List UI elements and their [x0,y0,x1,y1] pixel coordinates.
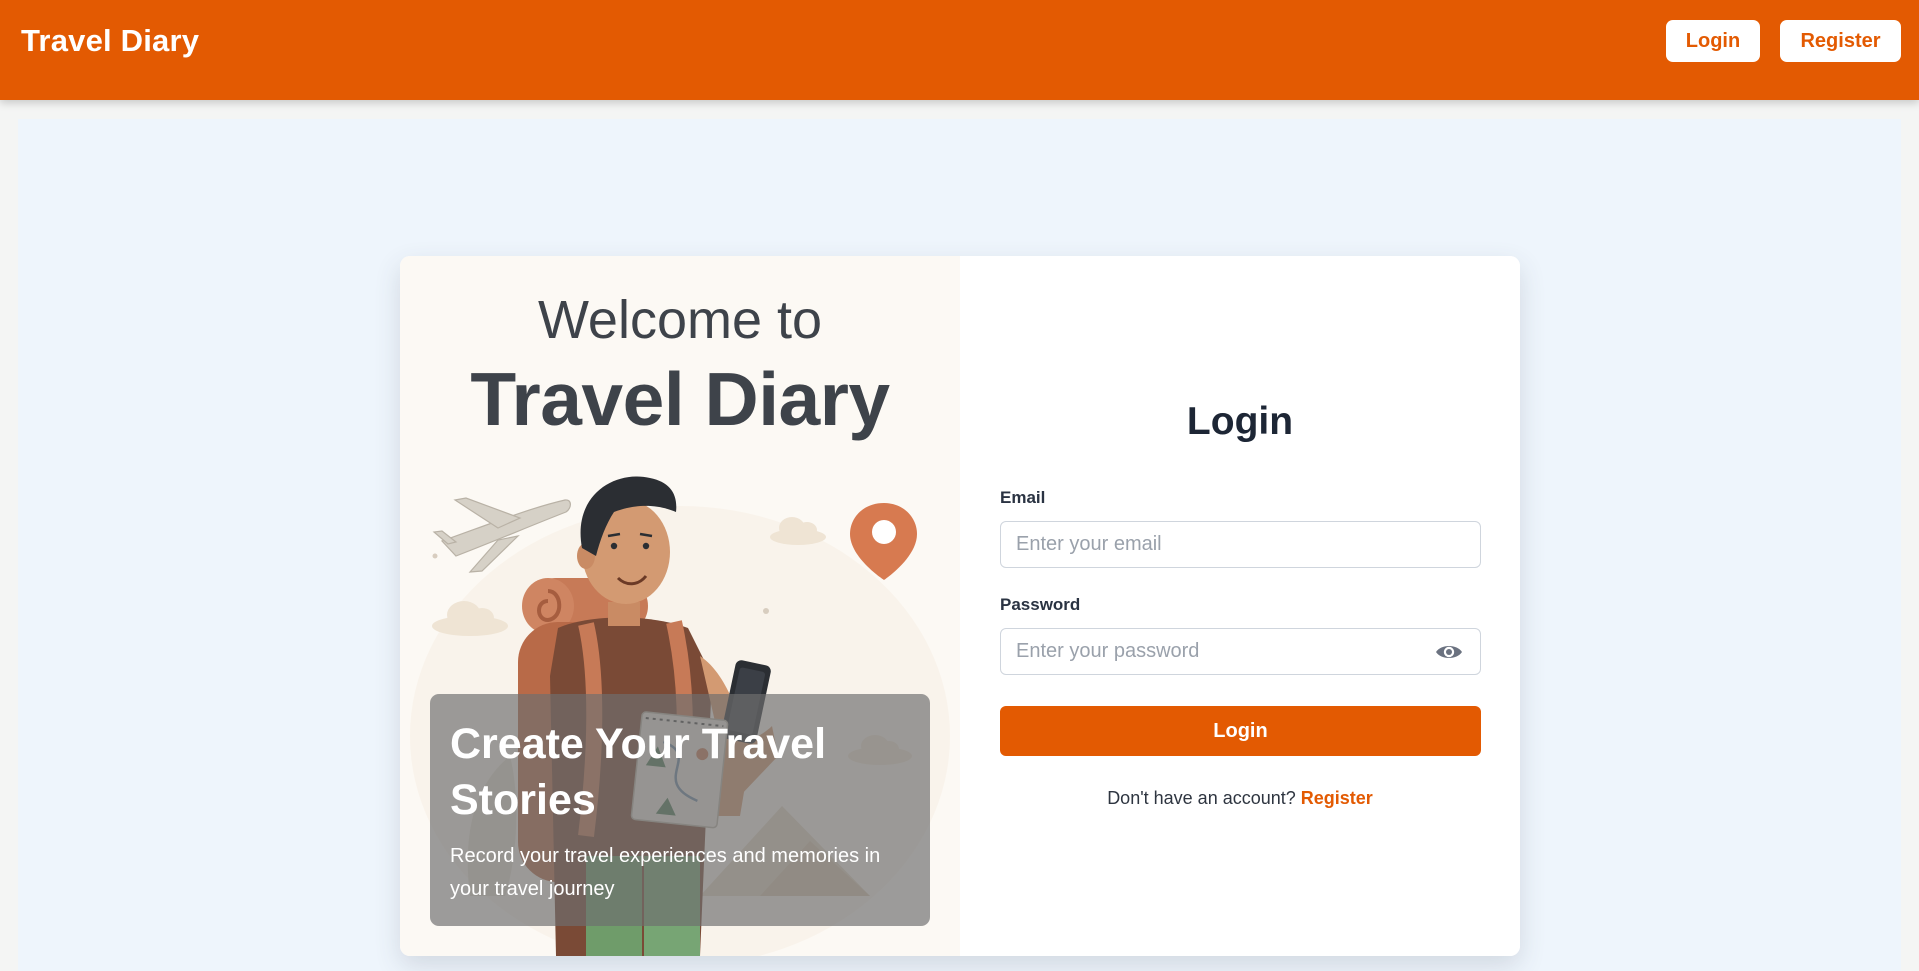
top-navbar: Travel Diary Login Register [0,0,1919,100]
hero-panel: Welcome to Travel Diary Create Your Trav… [400,256,960,956]
password-label: Password [1000,595,1081,614]
login-submit-button[interactable]: Login [1000,706,1481,756]
login-card: Welcome to Travel Diary Create Your Trav… [400,256,1520,956]
login-title: Login [1186,400,1294,443]
register-prompt: Don't have an account? Register [960,788,1520,809]
register-prompt-text: Don't have an account? [1107,788,1296,808]
register-link[interactable]: Register [1301,788,1373,808]
welcome-app-name: Travel Diary [470,357,890,441]
password-input[interactable] [1000,628,1481,675]
nav-register-button[interactable]: Register [1780,20,1901,62]
brand-logo[interactable]: Travel Diary [21,23,199,59]
login-form-panel: Login Email Password Login Don't have an… [960,256,1520,956]
welcome-heading: Welcome to [537,290,823,350]
eye-icon[interactable] [1434,640,1464,664]
hero-caption-subtitle: Record your travel experiences and memor… [450,845,881,900]
email-label: Email [1000,488,1046,507]
nav-login-button[interactable]: Login [1666,20,1760,62]
email-input[interactable] [1000,521,1481,568]
hero-caption-title: Create Your Travel Stories [450,720,827,824]
hero-caption-overlay: Create Your Travel Stories Record your t… [430,694,930,926]
